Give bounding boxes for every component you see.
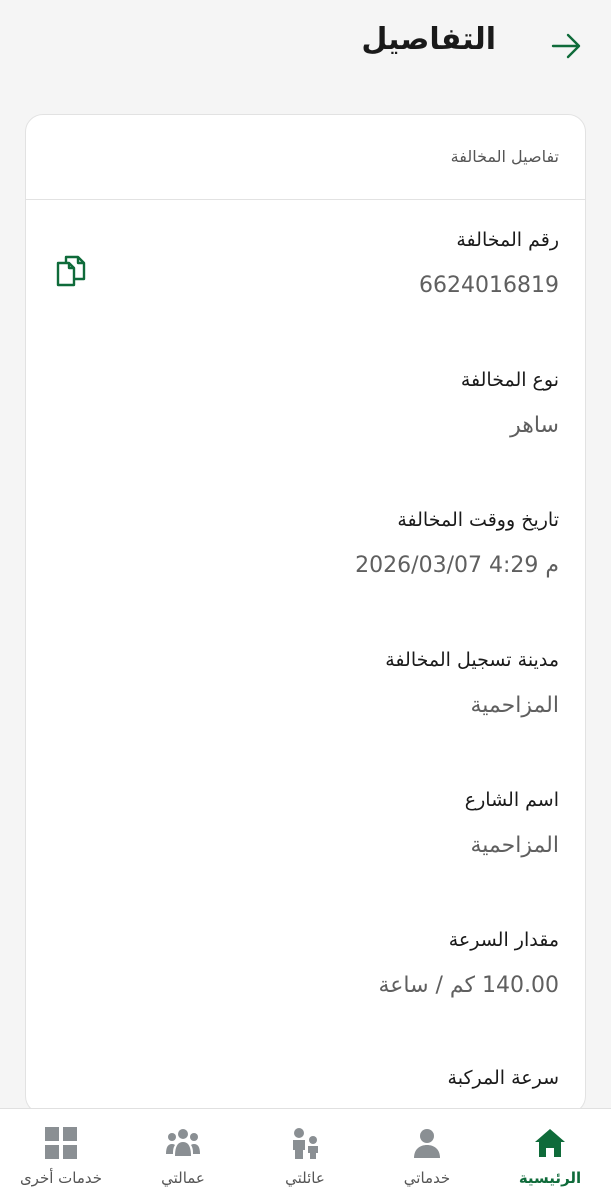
field-street-name: اسم الشارع المزاحمية	[465, 789, 559, 858]
field-label: تاريخ ووقت المخالفة	[397, 509, 559, 531]
person-icon	[414, 1129, 440, 1158]
card-header: تفاصيل المخالفة	[26, 115, 585, 200]
field-value: المزاحمية	[470, 833, 559, 858]
field-violation-datetime: تاريخ ووقت المخالفة 2026/03/07 4:29 م	[355, 509, 559, 578]
field-label: مدينة تسجيل المخالفة	[385, 649, 559, 671]
nav-item-my-services[interactable]: خدماتي	[366, 1109, 488, 1200]
nav-label: خدماتي	[403, 1169, 451, 1187]
nav-label: الرئيسية	[518, 1169, 582, 1187]
field-violation-city: مدينة تسجيل المخالفة المزاحمية	[385, 649, 559, 718]
field-speed-limit: مقدار السرعة 140.00 كم / ساعة	[378, 929, 559, 998]
nav-item-my-workers[interactable]: عمالتي	[122, 1109, 244, 1200]
nav-label: عمالتي	[161, 1169, 205, 1187]
field-value: ساهر	[510, 413, 559, 438]
home-icon	[535, 1129, 565, 1157]
nav-item-other-services[interactable]: خدمات أخرى	[0, 1109, 122, 1200]
field-label: اسم الشارع	[464, 789, 559, 811]
details-card: تفاصيل المخالفة رقم المخالفة 6624016819 …	[25, 114, 586, 1114]
grid-icon	[45, 1127, 77, 1159]
field-label: سرعة المركبة	[447, 1067, 559, 1089]
nav-item-home[interactable]: الرئيسية	[489, 1109, 611, 1200]
bottom-navigation: الرئيسية خدماتي عائلتي عمالتي خدمات أخرى	[0, 1108, 611, 1200]
page-title: التفاصيل	[361, 22, 496, 57]
field-label: نوع المخالفة	[460, 369, 559, 391]
workers-icon	[166, 1129, 200, 1156]
field-value: 6624016819	[419, 273, 559, 298]
field-value: 2026/03/07 4:29 م	[355, 553, 559, 578]
field-label: رقم المخالفة	[456, 229, 559, 251]
field-value: المزاحمية	[470, 693, 559, 718]
card-title: تفاصيل المخالفة	[450, 147, 559, 166]
field-vehicle-speed: سرعة المركبة	[448, 1067, 559, 1089]
family-icon	[293, 1128, 318, 1159]
field-violation-type: نوع المخالفة ساهر	[461, 369, 559, 438]
nav-label: عائلتي	[285, 1169, 325, 1187]
top-bar: التفاصيل	[0, 0, 611, 90]
copy-icon[interactable]	[54, 251, 88, 289]
nav-label: خدمات أخرى	[19, 1169, 103, 1187]
back-arrow-icon[interactable]	[548, 28, 584, 64]
field-label: مقدار السرعة	[448, 929, 559, 951]
field-value: 140.00 كم / ساعة	[378, 973, 559, 998]
field-violation-number: رقم المخالفة 6624016819	[419, 229, 559, 298]
nav-item-my-family[interactable]: عائلتي	[244, 1109, 366, 1200]
